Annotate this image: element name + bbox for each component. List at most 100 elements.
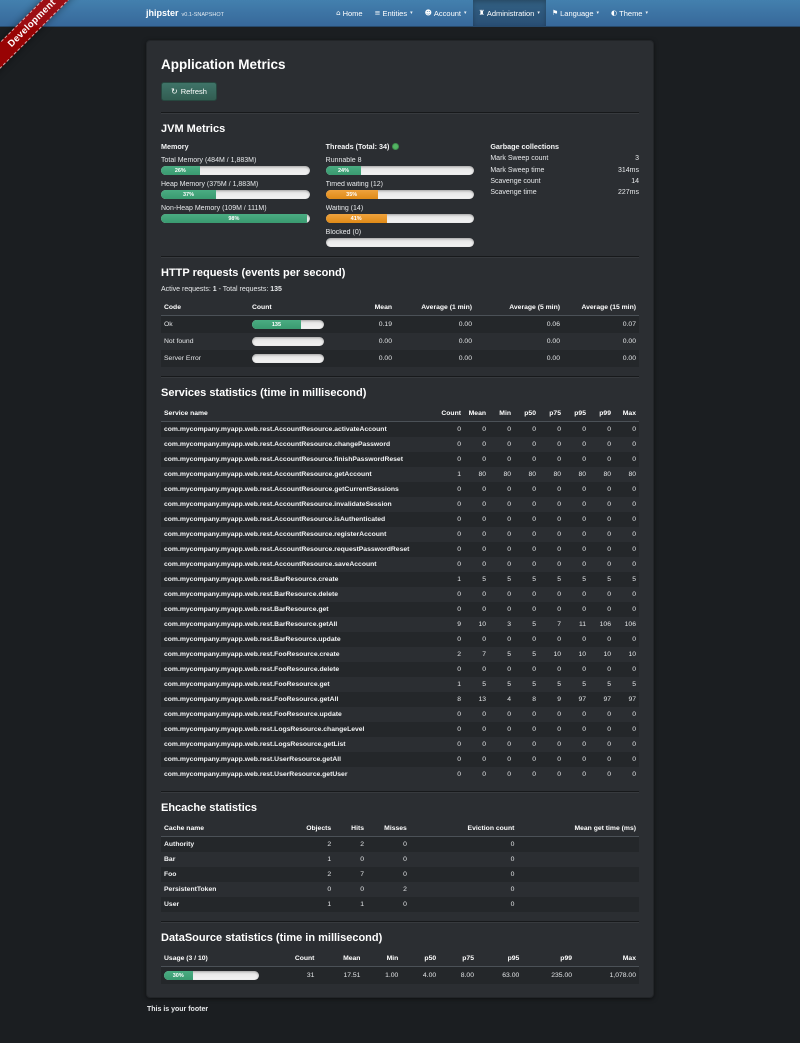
service-value-cell: 0 (489, 737, 514, 752)
cache-value-cell (517, 837, 639, 853)
gc-row: Scavenge count14 (490, 176, 639, 187)
navbar: jhipster v0.1-SNAPSHOT ⌂Home≡Entities▾☻A… (0, 0, 800, 27)
brand-link[interactable]: jhipster v0.1-SNAPSHOT (146, 8, 224, 18)
table-row: com.mycompany.myapp.web.rest.UserResourc… (161, 752, 639, 767)
service-value-cell: 0 (489, 632, 514, 647)
column-header: Count (438, 406, 464, 422)
service-value-cell: 0 (514, 482, 539, 497)
total-requests-label: - Total requests: (219, 286, 269, 293)
nav-item-language[interactable]: ⚑Language▾ (546, 0, 605, 26)
column-header: Count (249, 300, 337, 316)
nav-item-entities[interactable]: ≡Entities▾ (369, 0, 419, 26)
service-value-cell: 0 (489, 707, 514, 722)
nav-item-theme[interactable]: ◐Theme▾ (605, 0, 654, 26)
http-count-cell (249, 333, 337, 350)
service-value-cell: 0 (589, 557, 614, 572)
service-value-cell: 0 (539, 437, 564, 452)
cache-value-cell: 1 (334, 897, 367, 912)
column-header: Mean get time (ms) (517, 821, 639, 837)
metrics-card: Application Metrics ↻ Refresh JVM Metric… (146, 40, 654, 998)
service-value-cell: 0 (438, 527, 464, 542)
table-row: com.mycompany.myapp.web.rest.AccountReso… (161, 422, 639, 438)
progress-bar-fill: 41% (326, 214, 387, 223)
metric-label: Timed waiting (12) (326, 181, 475, 188)
ehcache-statistics-table: Cache nameObjectsHitsMissesEviction coun… (161, 821, 639, 912)
service-name-cell: com.mycompany.myapp.web.rest.UserResourc… (161, 752, 438, 767)
progress-bar-fill: 135 (252, 320, 301, 329)
service-value-cell: 0 (464, 482, 489, 497)
http-table-body: Ok1350.190.000.060.07Not found0.000.000.… (161, 316, 639, 368)
service-value-cell: 2 (438, 647, 464, 662)
datasource-value-cell: 8.00 (439, 967, 477, 985)
nav-item-home[interactable]: ⌂Home (330, 0, 368, 26)
service-value-cell: 0 (489, 542, 514, 557)
threads-column: Threads (Total: 34) Runnable 824%Timed w… (326, 142, 475, 247)
service-value-cell: 0 (489, 662, 514, 677)
http-count-cell: 135 (249, 316, 337, 334)
service-name-cell: com.mycompany.myapp.web.rest.AccountReso… (161, 452, 438, 467)
cache-value-cell: 0 (334, 882, 367, 897)
service-value-cell: 0 (614, 737, 639, 752)
service-value-cell: 0 (464, 767, 489, 782)
refresh-button[interactable]: ↻ Refresh (161, 82, 217, 101)
service-value-cell: 0 (489, 602, 514, 617)
progress-bar-fill: 24% (326, 166, 362, 175)
gc-label: Mark Sweep time (490, 167, 544, 174)
service-value-cell: 0 (438, 737, 464, 752)
service-value-cell: 7 (464, 647, 489, 662)
services-table-body: com.mycompany.myapp.web.rest.AccountReso… (161, 422, 639, 783)
service-value-cell: 0 (438, 557, 464, 572)
theme-icon: ◐ (611, 10, 617, 17)
service-value-cell: 0 (438, 662, 464, 677)
progress-bar-fill: 98% (161, 214, 307, 223)
cache-value-cell: 0 (367, 837, 410, 853)
column-header: Average (1 min) (395, 300, 475, 316)
column-header: Mean (317, 951, 363, 967)
service-value-cell: 0 (539, 542, 564, 557)
service-value-cell: 0 (539, 767, 564, 782)
service-name-cell: com.mycompany.myapp.web.rest.FooResource… (161, 677, 438, 692)
thread-dump-info-icon[interactable] (392, 143, 399, 150)
service-value-cell: 0 (614, 422, 639, 438)
cache-name-cell: Foo (161, 867, 295, 882)
column-header: Hits (334, 821, 367, 837)
service-value-cell: 0 (489, 767, 514, 782)
column-header: Max (614, 406, 639, 422)
cache-value-cell (517, 882, 639, 897)
column-header: Objects (295, 821, 334, 837)
gc-label: Mark Sweep count (490, 155, 548, 162)
service-value-cell: 0 (464, 497, 489, 512)
service-value-cell: 0 (464, 527, 489, 542)
service-value-cell: 0 (438, 722, 464, 737)
service-value-cell: 0 (589, 452, 614, 467)
service-value-cell: 1 (438, 467, 464, 482)
service-value-cell: 5 (514, 647, 539, 662)
service-value-cell: 10 (614, 647, 639, 662)
service-value-cell: 0 (564, 557, 589, 572)
ehcache-table-body: Authority2200Bar1000Foo2700PersistentTok… (161, 837, 639, 913)
service-value-cell: 0 (489, 752, 514, 767)
nav-item-account[interactable]: ☻Account▾ (419, 0, 473, 26)
datasource-section-title: DataSource statistics (time in milliseco… (161, 932, 639, 944)
divider (161, 376, 639, 378)
cache-value-cell: 1 (295, 897, 334, 912)
service-value-cell: 0 (539, 497, 564, 512)
service-value-cell: 0 (438, 437, 464, 452)
services-statistics-table: Service nameCountMeanMinp50p75p95p99Max … (161, 406, 639, 782)
progress-track: 135 (252, 320, 324, 329)
service-value-cell: 0 (464, 452, 489, 467)
table-row: com.mycompany.myapp.web.rest.AccountReso… (161, 497, 639, 512)
table-row: Bar1000 (161, 852, 639, 867)
cache-name-cell: Authority (161, 837, 295, 853)
gc-value: 3 (635, 155, 639, 162)
column-header: Min (489, 406, 514, 422)
nav-item-administration[interactable]: ♜Administration▾ (473, 0, 546, 26)
cache-value-cell (517, 897, 639, 912)
user-icon: ☻ (425, 10, 432, 17)
service-value-cell: 80 (589, 467, 614, 482)
service-value-cell: 0 (489, 497, 514, 512)
service-value-cell: 80 (614, 467, 639, 482)
ehcache-section-title: Ehcache statistics (161, 802, 639, 814)
service-value-cell: 0 (564, 512, 589, 527)
service-value-cell: 0 (614, 512, 639, 527)
